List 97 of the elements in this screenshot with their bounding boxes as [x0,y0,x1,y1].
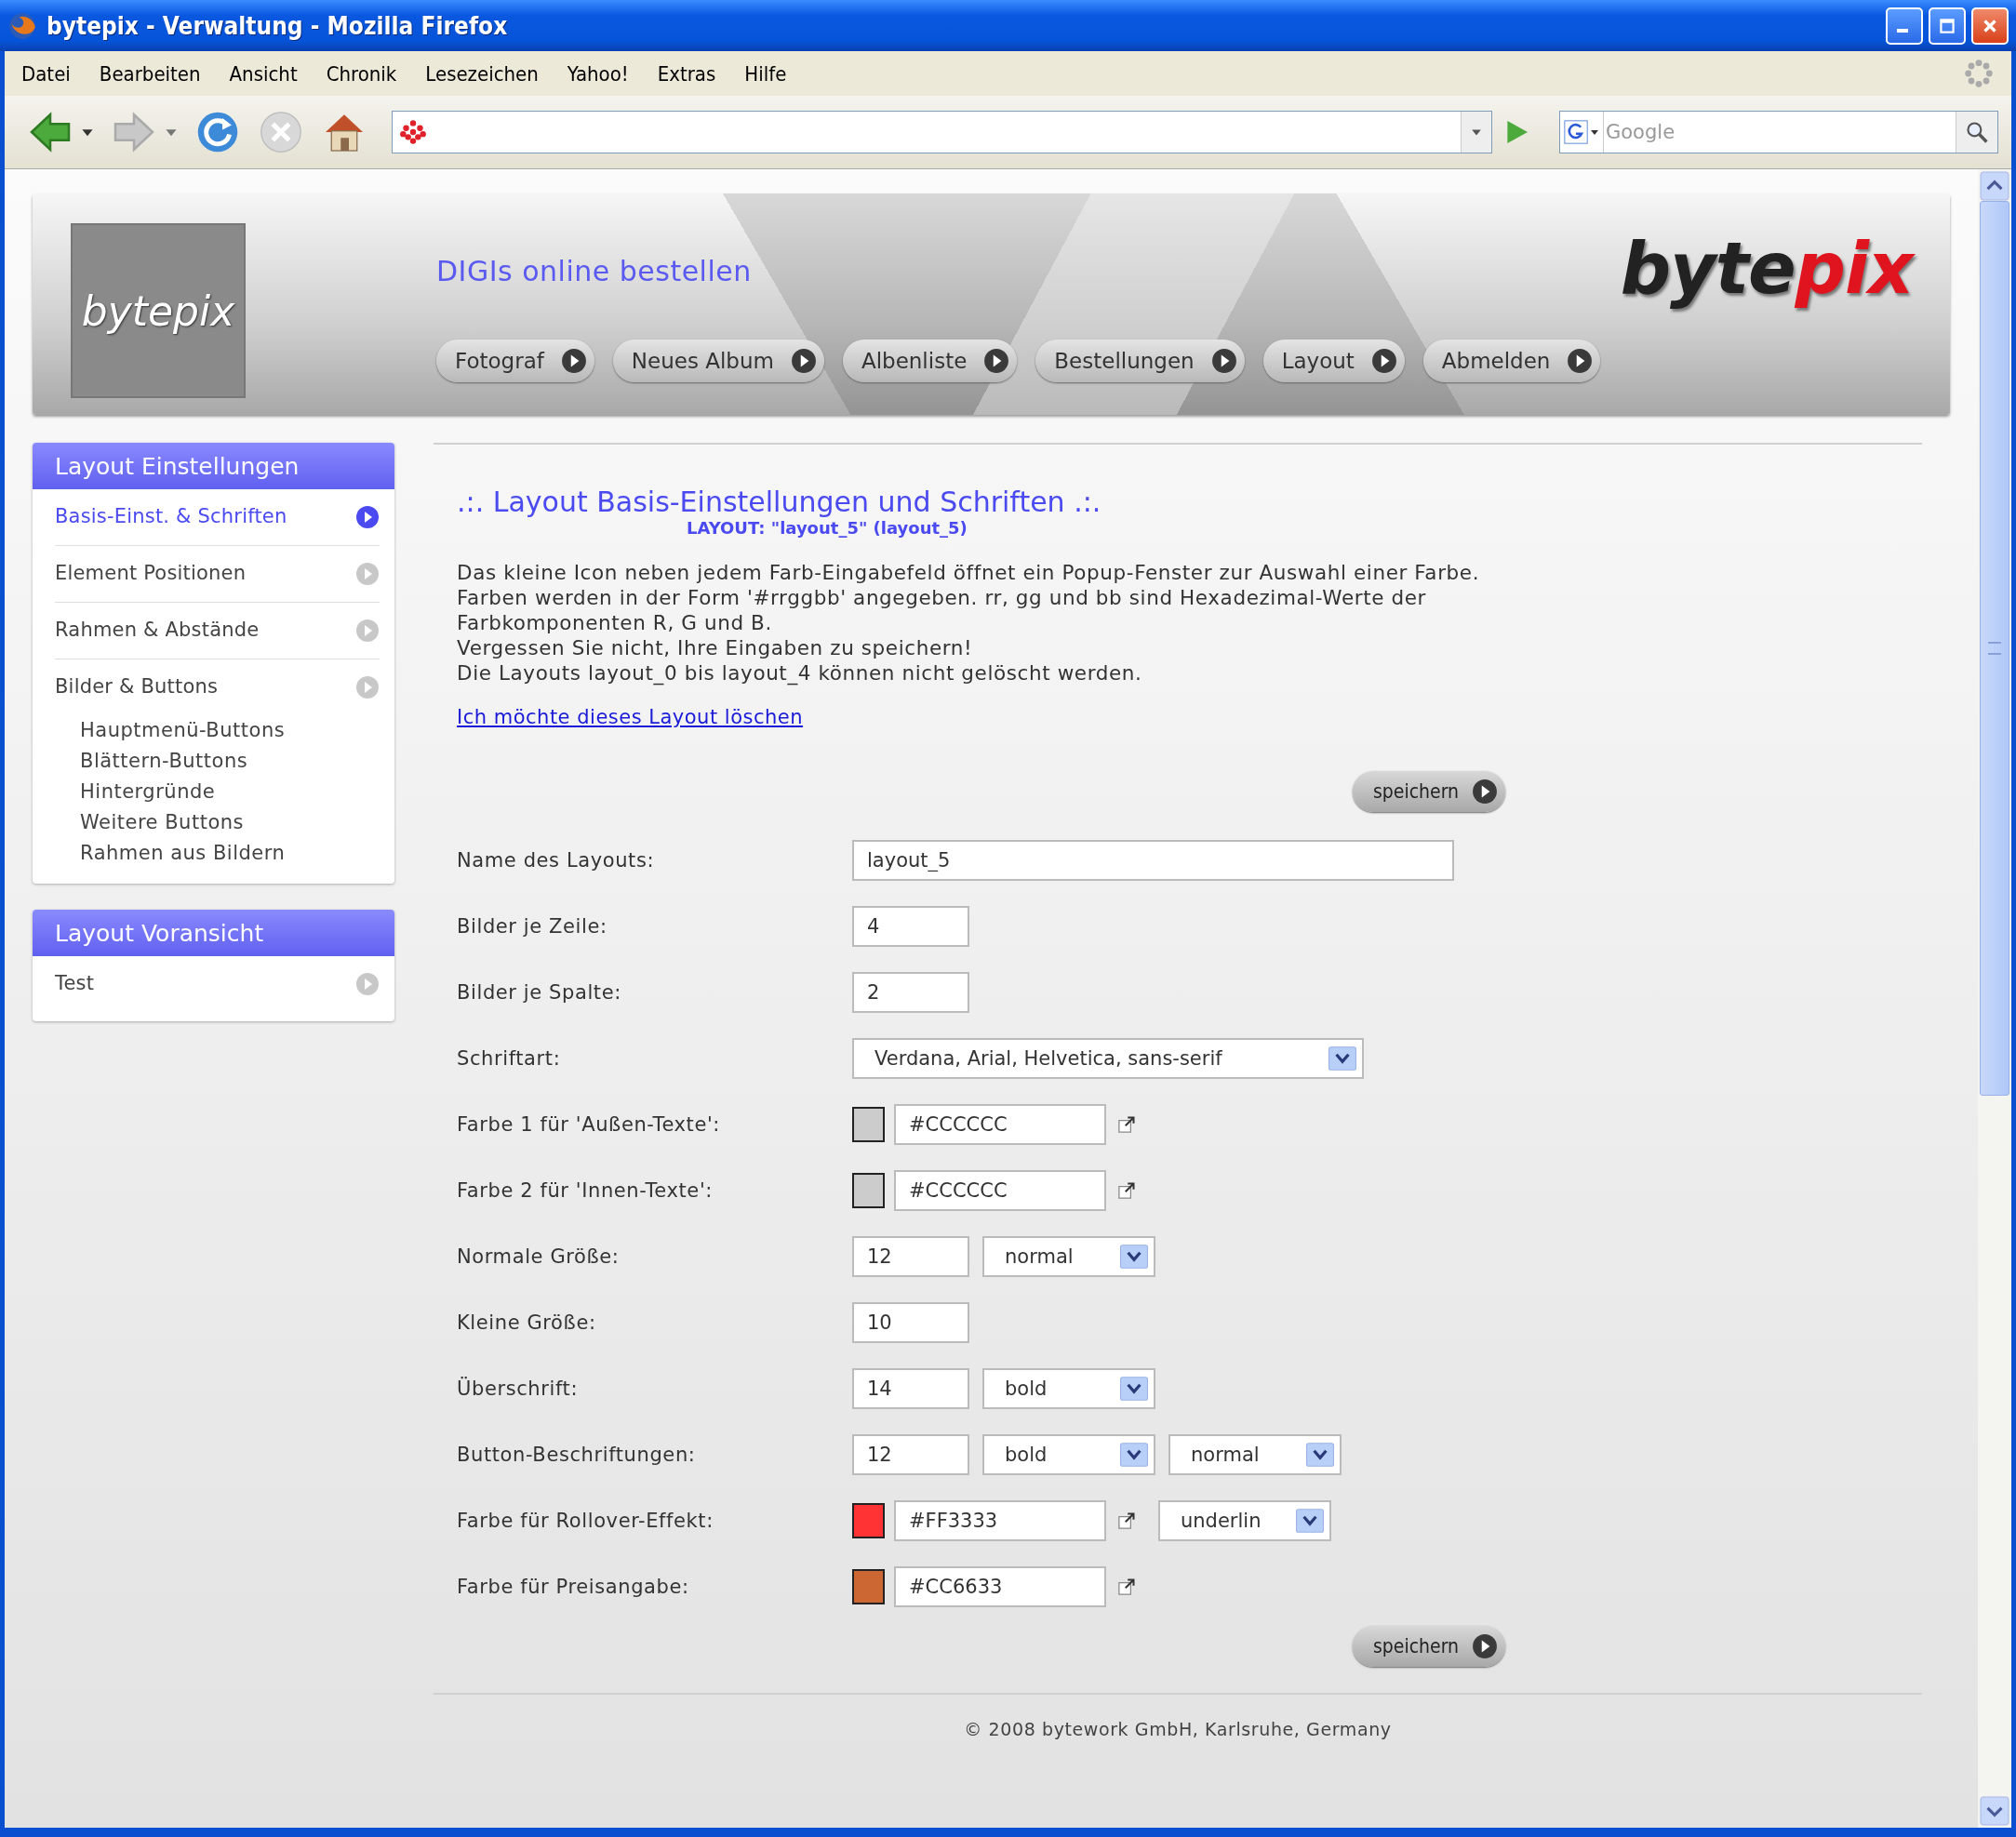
popup-icon[interactable] [1117,1511,1136,1530]
nav-button[interactable]: Fotograf [436,339,594,382]
favicon-icon [398,117,428,147]
select-dropdown[interactable]: underlin [1158,1500,1331,1541]
text-field[interactable]: 10 [852,1302,969,1343]
sidebar-sublink[interactable]: Hauptmenü-Buttons [80,715,286,746]
minimize-button[interactable] [1886,7,1923,45]
nav-button[interactable]: Albenliste [842,339,1018,382]
scrollbar-thumb[interactable] [1980,201,2009,1096]
chevron-down-icon [1120,1377,1148,1401]
layout-subheading: LAYOUT: "layout_5" (layout_5) [687,518,968,538]
chevron-down-icon [1120,1245,1148,1269]
nav-button[interactable]: Bestellungen [1035,339,1245,382]
footer-text: © 2008 bytework GmbH, Karlsruhe, Germany [964,1719,1392,1739]
field-label: Überschrift: [457,1378,580,1400]
panel-title: Layout Einstellungen [33,443,394,489]
field-label: Farbe für Rollover-Effekt: [457,1510,714,1532]
maximize-button[interactable] [1929,7,1966,45]
page-heading: .:. Layout Basis-Einstellungen und Schriften .:. [457,486,1102,518]
close-button[interactable] [1971,7,2009,45]
text-field[interactable]: layout_5 [852,840,1454,881]
delete-layout-link[interactable]: Ich möchte dieses Layout löschen [457,706,804,728]
scroll-down-button[interactable] [1980,1796,2009,1826]
save-button[interactable]: speichern [1353,1626,1506,1667]
save-button[interactable]: speichern [1353,771,1506,812]
window-title: bytepix - Verwaltung - Mozilla Firefox [47,11,509,40]
sidebar-link[interactable]: Test [55,971,95,997]
text-field[interactable]: 14 [852,1368,969,1409]
color-swatch[interactable] [852,1569,885,1604]
color-field[interactable]: #FF3333 [894,1500,1106,1541]
grip-icon [1988,642,2001,655]
chevron-down-icon [1296,1509,1324,1533]
select-dropdown[interactable]: Verdana, Arial, Helvetica, sans-serif [852,1038,1364,1079]
throbber-icon [1963,58,1995,89]
panel-title: Layout Voransicht [33,910,394,956]
caret-icon [1590,127,1599,137]
text-field[interactable]: 12 [852,1434,969,1475]
field-label: Button-Beschriftungen: [457,1444,697,1466]
field-label: Normale Größe: [457,1245,621,1268]
text-field[interactable]: 4 [852,906,969,947]
text-field[interactable]: 12 [852,1236,969,1277]
color-swatch[interactable] [852,1107,885,1142]
intro-text: Das kleine Icon neben jedem Farb-Eingabefeld öffnet ein Popup-Fenster zur Auswahl einer Farbe. Farben werden in der Form '#rrggbb' angegeben. rr, gg und bb sind Hexadezimal-Werte der Farbkomponenten R, G und B. Vergessen Sie nicht, Ihre Eingaben zu speichern! Die Layouts layout_0 bis layout_4 können nicht gelöscht werden. [457,560,1481,686]
text-field[interactable]: 2 [852,972,969,1013]
color-swatch[interactable] [852,1503,885,1538]
logo-box: bytepix [71,223,246,398]
select-dropdown[interactable]: normal [982,1236,1155,1277]
color-field[interactable]: #CCCCCC [894,1170,1106,1211]
chevron-down-icon [1306,1443,1334,1467]
address-field[interactable] [392,111,1492,153]
menu-item[interactable]: Datei [21,61,71,86]
field-label: Farbe für Preisangabe: [457,1576,690,1598]
menu-item[interactable]: Lesezeichen [425,61,539,86]
search-icon [1965,120,1989,144]
nav-button[interactable]: Abmelden [1422,339,1601,382]
nav-button[interactable]: Neues Album [612,339,824,382]
select-dropdown[interactable]: bold [982,1368,1155,1409]
field-label: Kleine Größe: [457,1311,597,1334]
menu-item[interactable]: Ansicht [229,61,298,86]
nav-button[interactable]: Layout [1262,339,1405,382]
popup-icon[interactable] [1117,1115,1136,1134]
chevron-down-icon [1120,1443,1148,1467]
search-engine-icon [1564,120,1588,144]
color-field[interactable]: #CC6633 [894,1566,1106,1607]
menu-item[interactable]: Yahoo! [567,61,629,86]
sidebar-sublink[interactable]: Rahmen aus Bildern [80,838,286,869]
menu-item[interactable]: Hilfe [744,61,787,86]
scroll-up-button[interactable] [1980,171,2009,201]
field-label: Farbe 1 für 'Außen-Texte': [457,1113,722,1136]
field-label: Farbe 2 für 'Innen-Texte': [457,1179,714,1202]
tagline: DIGIs online bestellen [436,255,753,287]
search-box[interactable]: Google [1559,111,1998,153]
select-dropdown[interactable]: normal [1168,1434,1342,1475]
menu-item[interactable]: Bearbeiten [99,61,201,86]
field-label: Name des Layouts: [457,849,656,872]
search-button[interactable] [1956,112,1997,153]
field-label: Bilder je Spalte: [457,981,622,1004]
sidebar-sublink[interactable]: Blättern-Buttons [80,746,248,777]
minimize-icon [1897,28,1908,33]
sidebar-sublink[interactable]: Weitere Buttons [80,807,244,838]
menu-item[interactable]: Extras [657,61,716,86]
menu-item[interactable]: Chronik [326,61,397,86]
sidebar-sublink[interactable]: Hintergründe [80,777,216,807]
sidebar-link[interactable]: Bilder & Buttons [55,674,219,700]
sidebar-link[interactable]: Element Positionen [55,561,247,587]
sidebar-link[interactable]: Basis-Einst. & Schriften [55,504,287,530]
popup-icon[interactable] [1117,1577,1136,1596]
chevron-down-icon [1328,1046,1356,1071]
field-label: Bilder je Zeile: [457,915,608,938]
sidebar-link[interactable]: Rahmen & Abstände [55,618,260,644]
browser-logo-icon [7,10,37,41]
popup-icon[interactable] [1117,1181,1136,1200]
color-field[interactable]: #CCCCCC [894,1104,1106,1145]
field-label: Schriftart: [457,1047,562,1070]
color-swatch[interactable] [852,1173,885,1208]
select-dropdown[interactable]: bold [982,1434,1155,1475]
scrollbar[interactable] [1978,169,2011,1828]
